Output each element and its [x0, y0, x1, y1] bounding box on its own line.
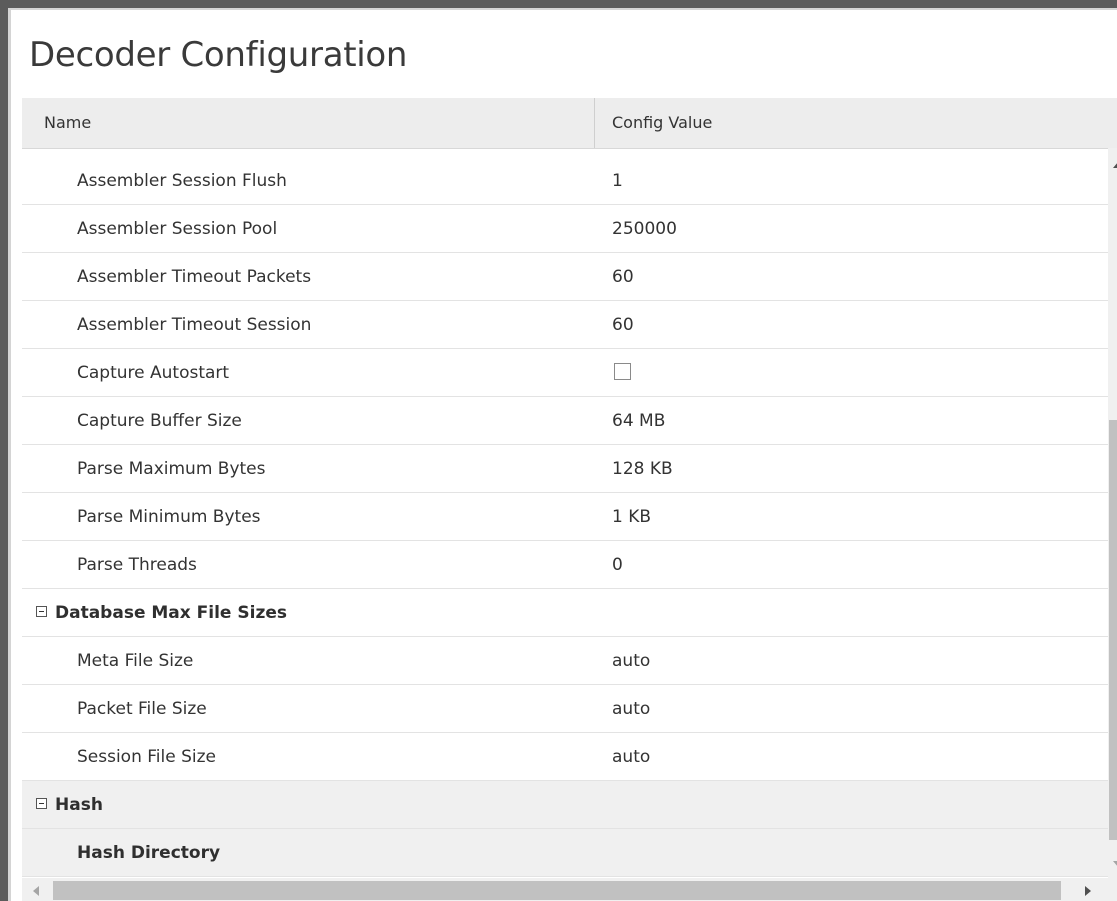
- scroll-right-arrow-icon[interactable]: [1085, 886, 1091, 896]
- table-row[interactable]: Parse Maximum Bytes 128 KB: [22, 445, 1108, 493]
- scroll-left-arrow-icon[interactable]: [33, 886, 39, 896]
- scrollbar-corner: [1108, 878, 1117, 901]
- group-row-hash[interactable]: Hash: [22, 781, 1108, 829]
- row-name: Hash Directory: [77, 843, 221, 863]
- column-header-name[interactable]: Name: [44, 98, 91, 148]
- group-row-database-max-file-sizes[interactable]: Database Max File Sizes: [22, 589, 1108, 637]
- row-name: Packet File Size: [77, 699, 207, 719]
- row-name: Parse Maximum Bytes: [77, 459, 266, 479]
- table-row[interactable]: Assembler Timeout Packets 60: [22, 253, 1108, 301]
- table-row[interactable]: Meta File Size auto: [22, 637, 1108, 685]
- group-label: Database Max File Sizes: [55, 603, 287, 623]
- row-value[interactable]: auto: [612, 637, 650, 685]
- column-divider[interactable]: [594, 98, 595, 148]
- row-name: Capture Autostart: [77, 363, 230, 383]
- row-value[interactable]: 250000: [612, 205, 677, 253]
- row-name: Capture Buffer Size: [77, 411, 242, 431]
- collapse-icon[interactable]: [36, 606, 47, 617]
- row-name: Parse Threads: [77, 555, 197, 575]
- row-name: Parse Minimum Bytes: [77, 507, 261, 527]
- row-name: Assembler Session Flush: [77, 171, 287, 191]
- scroll-up-arrow-icon[interactable]: [1113, 162, 1117, 168]
- row-value[interactable]: auto: [612, 733, 650, 781]
- config-table-body: Assembler Session Flush 1 Assembler Sess…: [22, 157, 1108, 877]
- vertical-scroll-thumb[interactable]: [1109, 420, 1117, 840]
- row-name: Session File Size: [77, 747, 217, 767]
- page-title: Decoder Configuration: [29, 35, 408, 75]
- table-row[interactable]: Assembler Timeout Session 60: [22, 301, 1108, 349]
- table-row[interactable]: Assembler Session Pool 250000: [22, 205, 1108, 253]
- horizontal-scroll-thumb[interactable]: [53, 881, 1061, 900]
- row-name: Assembler Session Pool: [77, 219, 278, 239]
- row-value[interactable]: 60: [612, 253, 634, 301]
- table-row[interactable]: Assembler Session Flush 1: [22, 157, 1108, 205]
- scroll-down-arrow-icon[interactable]: [1113, 861, 1117, 867]
- row-value[interactable]: 64 MB: [612, 397, 665, 445]
- row-value[interactable]: auto: [612, 685, 650, 733]
- table-row[interactable]: Capture Autostart: [22, 349, 1108, 397]
- collapse-icon[interactable]: [36, 798, 47, 809]
- row-name: Meta File Size: [77, 651, 194, 671]
- horizontal-scrollbar[interactable]: [22, 878, 1108, 901]
- row-name: Assembler Timeout Packets: [77, 267, 312, 287]
- table-row[interactable]: Parse Threads 0: [22, 541, 1108, 589]
- row-value[interactable]: 128 KB: [612, 445, 673, 493]
- table-row[interactable]: Parse Minimum Bytes 1 KB: [22, 493, 1108, 541]
- column-header-config-value[interactable]: Config Value: [612, 98, 712, 148]
- vertical-scrollbar[interactable]: [1108, 148, 1117, 878]
- decoder-config-panel: Decoder Configuration Name Config Value …: [8, 8, 1117, 901]
- row-value[interactable]: 1 KB: [612, 493, 651, 541]
- group-label: Hash: [55, 795, 103, 815]
- table-row[interactable]: Capture Buffer Size 64 MB: [22, 397, 1108, 445]
- row-name: Assembler Timeout Session: [77, 315, 312, 335]
- table-row[interactable]: Hash Directory: [22, 829, 1108, 877]
- row-value[interactable]: 1: [612, 157, 623, 205]
- row-value[interactable]: 60: [612, 301, 634, 349]
- table-row[interactable]: Session File Size auto: [22, 733, 1108, 781]
- table-row[interactable]: Packet File Size auto: [22, 685, 1108, 733]
- table-header: Name Config Value: [22, 98, 1117, 149]
- row-value[interactable]: 0: [612, 541, 623, 589]
- capture-autostart-checkbox[interactable]: [614, 363, 631, 380]
